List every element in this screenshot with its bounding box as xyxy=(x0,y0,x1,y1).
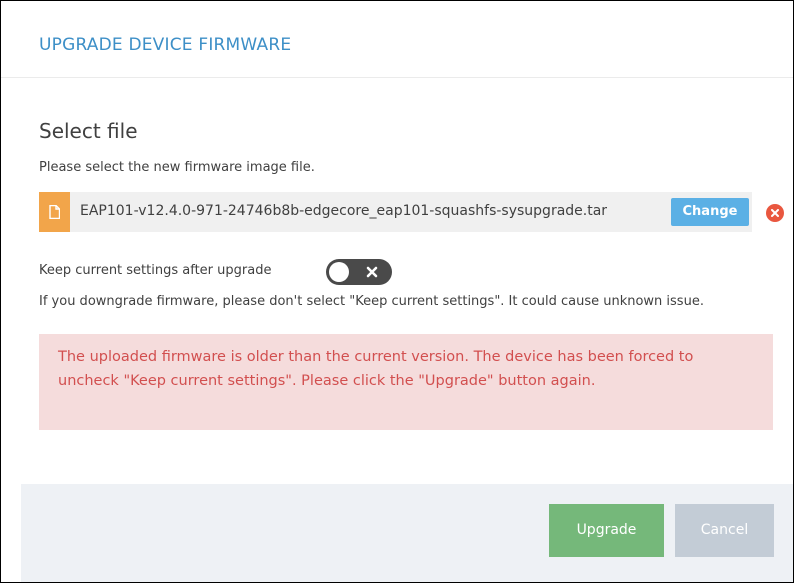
close-circle-icon[interactable] xyxy=(766,204,784,222)
toggle-knob xyxy=(329,262,349,282)
dialog-header: UPGRADE DEVICE FIRMWARE xyxy=(1,1,793,78)
error-alert: The uploaded firmware is older than the … xyxy=(39,334,773,430)
upgrade-firmware-dialog: UPGRADE DEVICE FIRMWARE Select file Plea… xyxy=(0,0,794,583)
x-icon xyxy=(366,266,378,278)
file-selector: EAP101-v12.4.0-971-24746b8b-edgecore_eap… xyxy=(39,192,752,232)
dialog-footer: Upgrade Cancel xyxy=(21,484,793,582)
select-file-instruction: Please select the new firmware image fil… xyxy=(39,160,315,175)
cancel-button[interactable]: Cancel xyxy=(675,504,774,557)
file-icon xyxy=(39,192,70,232)
keep-settings-label: Keep current settings after upgrade xyxy=(39,263,272,278)
change-file-button[interactable]: Change xyxy=(671,198,749,226)
downgrade-warning: If you downgrade firmware, please don't … xyxy=(39,294,704,309)
selected-file-name: EAP101-v12.4.0-971-24746b8b-edgecore_eap… xyxy=(80,203,608,219)
upgrade-button[interactable]: Upgrade xyxy=(549,504,664,557)
select-file-heading: Select file xyxy=(39,119,138,143)
dialog-title: UPGRADE DEVICE FIRMWARE xyxy=(39,35,292,55)
alert-message: The uploaded firmware is older than the … xyxy=(58,349,694,389)
keep-settings-toggle[interactable] xyxy=(326,259,392,285)
